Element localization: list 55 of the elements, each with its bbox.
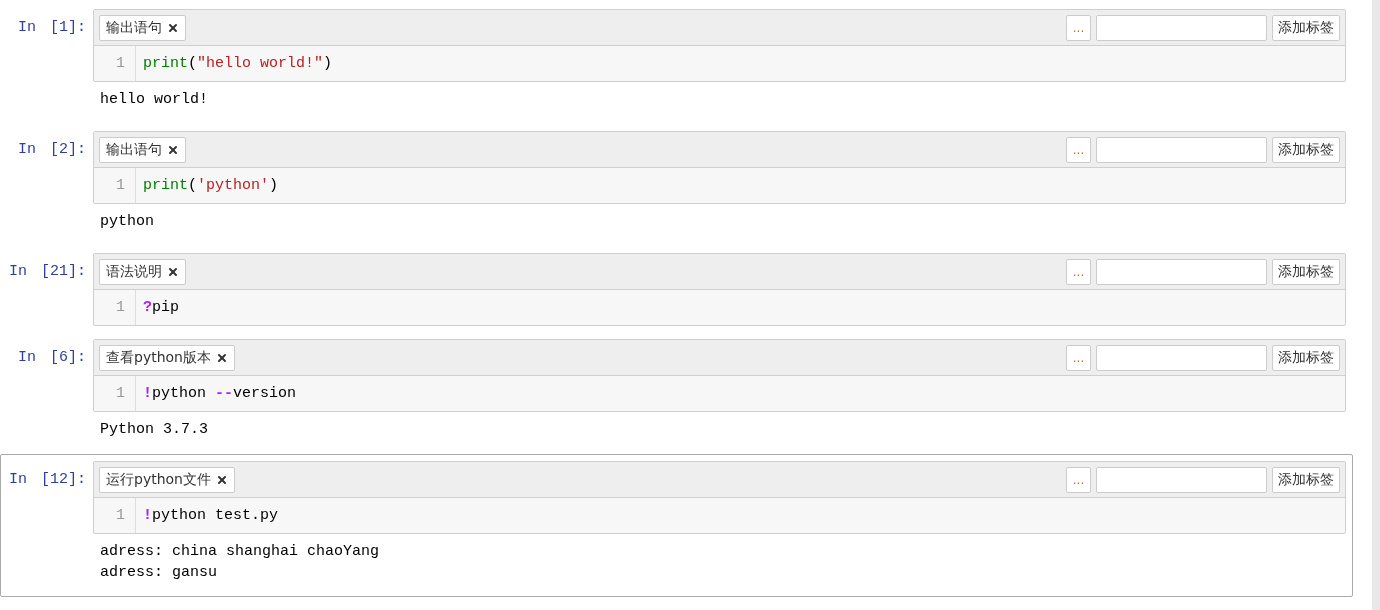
close-icon[interactable] (167, 143, 179, 156)
tag-menu-button[interactable]: ... (1066, 258, 1091, 285)
output-text: hello world! (100, 90, 210, 110)
line-number: 1 (116, 55, 125, 72)
execution-count: [21]: (41, 263, 86, 280)
add-tag-button[interactable]: 添加标签 (1272, 344, 1340, 371)
close-icon[interactable] (167, 21, 179, 34)
tag-input-field[interactable] (1096, 258, 1267, 285)
tag-menu-button[interactable]: ... (1066, 466, 1091, 493)
close-icon[interactable] (167, 265, 179, 278)
close-icon[interactable] (216, 351, 228, 364)
tag-label: 语法说明 (106, 262, 162, 281)
line-number: 1 (116, 385, 125, 402)
notebook-cell[interactable]: In [6]: 查看python版本 ... 添加标签 1 !python --version Python 3.7.3 (0, 332, 1353, 454)
input-prompt: In (8, 263, 27, 280)
close-icon[interactable] (216, 473, 228, 486)
tag-label: 查看python版本 (106, 348, 211, 367)
output-text: Python 3.7.3 (100, 420, 210, 440)
add-tag-button[interactable]: 添加标签 (1272, 14, 1340, 41)
add-tag-button[interactable]: 添加标签 (1272, 466, 1340, 493)
execution-count: [1]: (50, 19, 86, 36)
tag-label: 输出语句 (106, 140, 162, 159)
code-line[interactable]: print("hello world!") (136, 46, 333, 81)
line-number: 1 (116, 299, 125, 316)
code-line[interactable]: !python test.py (136, 498, 279, 533)
add-tag-button[interactable]: 添加标签 (1272, 136, 1340, 163)
input-prompt: In (17, 141, 36, 158)
output-text: adress: china shanghai chaoYang (100, 542, 381, 562)
output-text: python (100, 212, 155, 232)
input-prompt: In (17, 19, 36, 36)
code-line[interactable]: !python --version (136, 376, 297, 411)
input-prompt: In (8, 471, 27, 488)
line-number: 1 (116, 177, 125, 194)
input-prompt: In (17, 349, 36, 366)
code-line[interactable]: ?pip (136, 290, 180, 325)
notebook-cell[interactable]: In [12]: 运行python文件 ... 添加标签 1 !python test.py adress: china shanghai chaoYang adress: gansu (0, 454, 1353, 597)
line-number: 1 (116, 507, 125, 524)
execution-count: [12]: (41, 471, 86, 488)
tag-menu-button[interactable]: ... (1066, 344, 1091, 371)
notebook-cell[interactable]: In [2]: 输出语句 ... 添加标签 1 print('python') python (0, 124, 1353, 246)
output-text: adress: gansu (100, 563, 219, 583)
tag-input-field[interactable] (1096, 344, 1267, 371)
tag-input-field[interactable] (1096, 136, 1267, 163)
execution-count: [2]: (50, 141, 86, 158)
notebook-cell[interactable]: In [21]: 语法说明 ... 添加标签 1 ?pip (0, 246, 1353, 332)
tag-menu-button[interactable]: ... (1066, 14, 1091, 41)
add-tag-button[interactable]: 添加标签 (1272, 258, 1340, 285)
tag-input-field[interactable] (1096, 466, 1267, 493)
notebook-cell[interactable]: In [1]: 输出语句 ... 添加标签 1 print("hello world!") hello world! (0, 2, 1353, 124)
tag-input-field[interactable] (1096, 14, 1267, 41)
tag-label: 运行python文件 (106, 470, 211, 489)
execution-count: [6]: (50, 349, 86, 366)
tag-label: 输出语句 (106, 18, 162, 37)
tag-menu-button[interactable]: ... (1066, 136, 1091, 163)
code-line[interactable]: print('python') (136, 168, 279, 203)
